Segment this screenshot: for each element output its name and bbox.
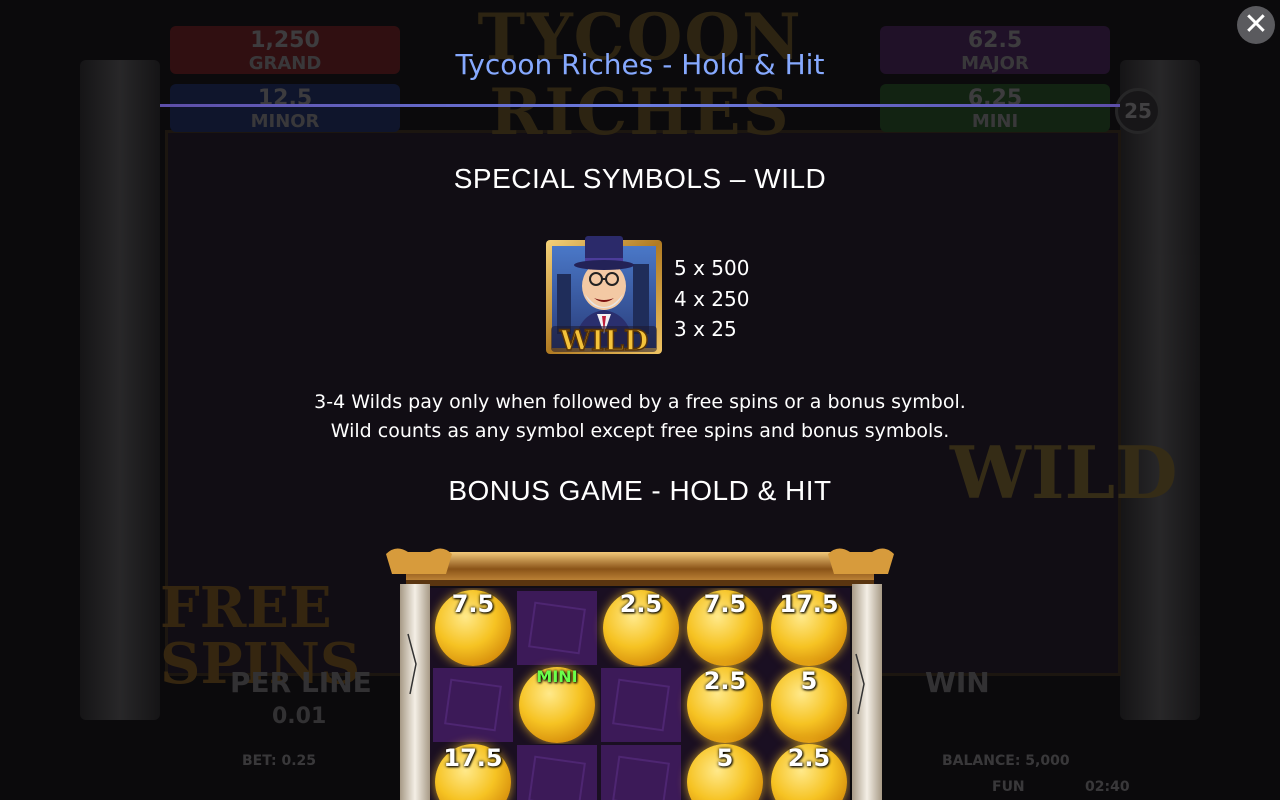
bonus-cell: 2.5 [684,667,766,743]
clock-text: 02:40 [1085,779,1130,795]
win-label: WIN [925,666,990,699]
close-button[interactable]: ✕ [1237,6,1275,44]
fun-text: FUN [992,779,1025,795]
bonus-cell: 17.5 [432,744,514,800]
jackpot-minor: 12.5 MINOR [170,84,400,132]
wild-description-line-2: Wild counts as any symbol except free sp… [330,420,950,442]
bonus-cell: 2.5 [600,590,682,666]
bonus-coin: 17.5 [771,590,847,666]
bonus-cell [432,667,514,743]
bonus-coin: 7.5 [435,590,511,666]
wild-heading: SPECIAL SYMBOLS – WILD [453,163,827,194]
bonus-cell: 5 [768,667,850,743]
per-line-label: PER LINE [230,666,372,699]
empty-cell-pattern [528,601,586,655]
bet-text: BET: 0.25 [242,753,317,769]
jackpot-minor-label: MINOR [250,111,320,132]
paytable-title: Tycoon Riches - Hold & Hit [455,48,825,81]
empty-cell-pattern [444,678,502,732]
bonus-coin: 17.5 [435,744,511,800]
empty-cell-pattern [528,755,586,800]
wild-paytable: 5 x 500 4 x 250 3 x 25 [674,253,749,345]
bonus-grid: 7.5 2.5 7.5 17.5 MINI 2.5 5 17.5 5 2.5 [430,588,850,800]
wild-description: 3-4 Wilds pay only when followed by a fr… [0,388,1280,446]
bonus-cell: MINI [516,667,598,743]
bonus-coin: 2.5 [771,744,847,800]
bonus-cell: 7.5 [432,590,514,666]
bonus-heading: BONUS GAME - HOLD & HIT [448,475,832,506]
bonus-coin: 7.5 [687,590,763,666]
bonus-cell [600,744,682,800]
per-line-value: 0.01 [272,704,327,729]
lines-badge: 25 [1115,88,1161,134]
bonus-coin: 2.5 [687,667,763,743]
bonus-coin: 5 [687,744,763,800]
wild-description-line-1: 3-4 Wilds pay only when followed by a fr… [314,391,966,413]
bonus-cell [516,590,598,666]
pay-5: 5 x 500 [674,256,750,280]
bonus-coin: 5 [771,667,847,743]
bonus-cell: 7.5 [684,590,766,666]
bonus-cell [600,667,682,743]
title-divider [160,104,1120,107]
pay-4: 4 x 250 [674,286,750,311]
jackpot-mini-label: MINI [971,111,1019,132]
bonus-cell: 5 [684,744,766,800]
pay-3: 3 x 25 [674,317,737,341]
empty-cell-pattern [612,678,670,732]
bonus-cell: 2.5 [768,744,850,800]
bonus-coin: 2.5 [603,590,679,666]
empty-cell-pattern [612,755,670,800]
jackpot-mini: 6.25 MINI [880,84,1110,132]
balance-text: BALANCE: 5,000 [942,753,1070,769]
mini-coin: MINI [519,667,595,743]
bonus-cell: 17.5 [768,590,850,666]
wild-symbol-icon: WILD [546,236,662,356]
wild-symbol-label: WILD [559,324,649,356]
bonus-cell [516,744,598,800]
